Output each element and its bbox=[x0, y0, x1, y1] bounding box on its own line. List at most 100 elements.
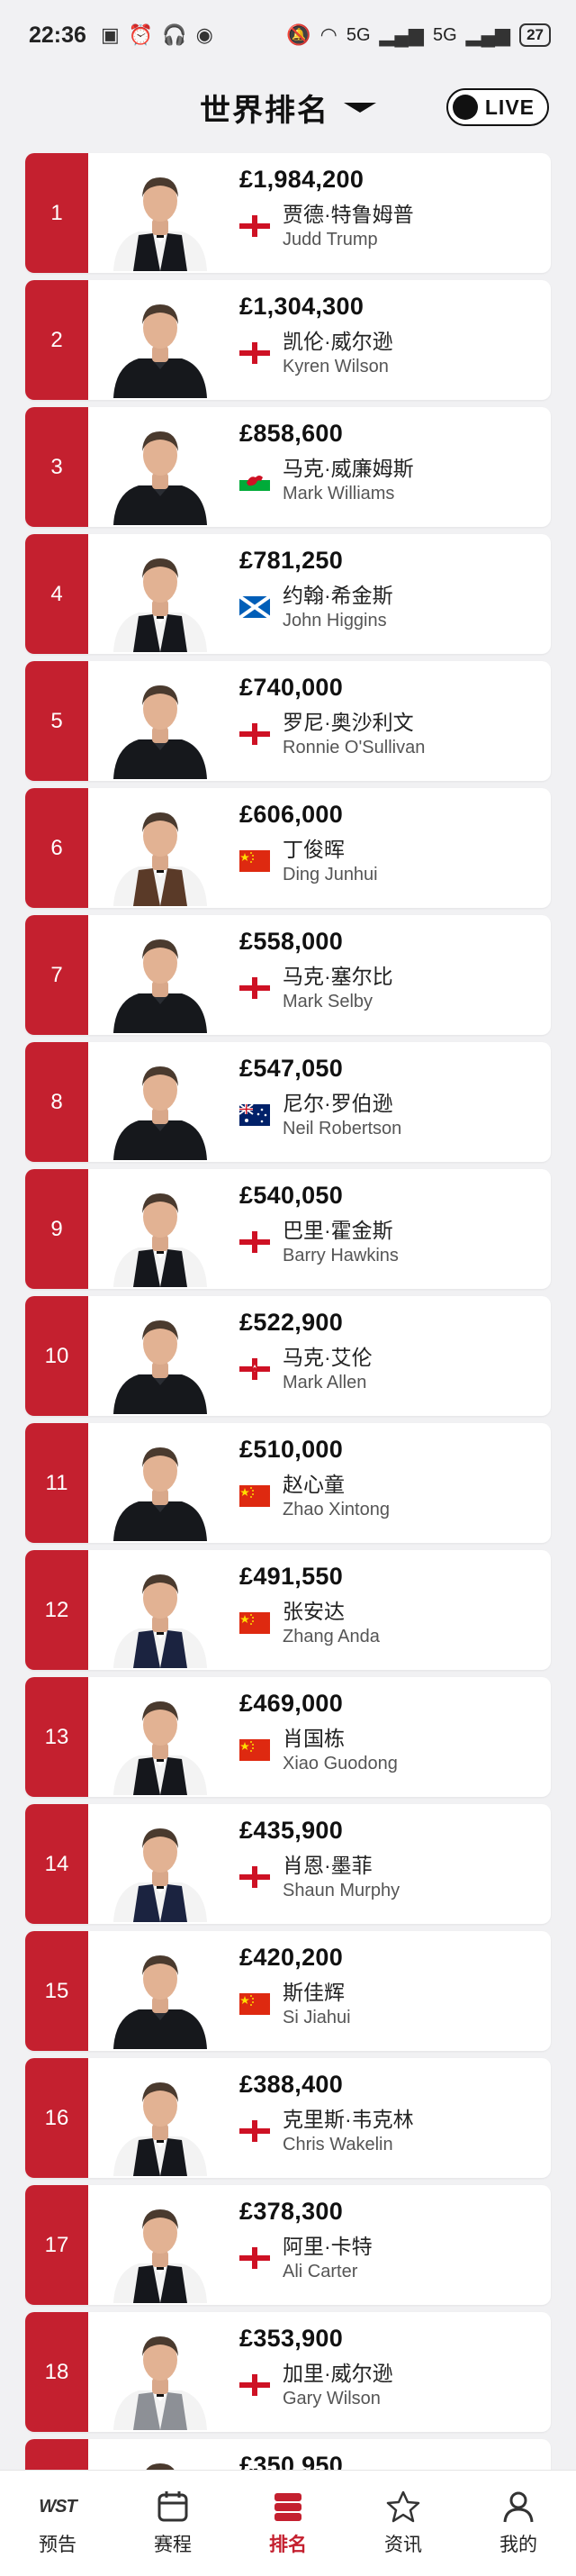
tab-ranking[interactable]: 排名 bbox=[238, 2487, 338, 2557]
rank-number: 3 bbox=[25, 407, 88, 527]
player-info: £740,000 罗尼·奥沙利文 Ronnie O'Sullivan bbox=[232, 661, 425, 781]
ranking-row[interactable]: 12 £491,550 张安达 Zhang Anda bbox=[25, 1550, 551, 1670]
player-name-en: Mark Selby bbox=[283, 992, 374, 1011]
ranking-row[interactable]: 2 £1,304,300 凯伦·威尔逊 Kyren Wilson bbox=[25, 280, 551, 400]
battery-indicator: 27 bbox=[519, 23, 551, 47]
ranking-row[interactable]: 8 £547,050 尼尔·罗伯逊 Neil Robertson bbox=[25, 1042, 551, 1162]
name-row: 赵心童 Zhao Xintong bbox=[239, 1471, 390, 1521]
ranking-row[interactable]: 16 £388,400 克里斯·韦克林 Chris Wakelin bbox=[25, 2058, 551, 2178]
ranking-list: 1 £1,984,200 贾德·特鲁姆普 Judd Trump 2 £1,304… bbox=[0, 144, 576, 2559]
china-flag-icon bbox=[239, 1612, 270, 1634]
rank-number: 9 bbox=[25, 1169, 88, 1289]
player-name-cn: 贾德·特鲁姆普 bbox=[283, 203, 414, 226]
player-names: 尼尔·罗伯逊 Neil Robertson bbox=[283, 1090, 401, 1140]
player-names: 加里·威尔逊 Gary Wilson bbox=[283, 2360, 393, 2410]
player-info: £558,000 马克·塞尔比 Mark Selby bbox=[232, 915, 393, 1035]
5g-signal-icon: 5G bbox=[432, 24, 457, 45]
tab-profile[interactable]: 我的 bbox=[469, 2487, 568, 2557]
tab-star[interactable]: 资讯 bbox=[354, 2487, 453, 2557]
live-button[interactable]: LIVE bbox=[446, 88, 549, 126]
player-names: 克里斯·韦克林 Chris Wakelin bbox=[283, 2106, 414, 2156]
player-photo bbox=[88, 534, 232, 654]
player-name-en: Chris Wakelin bbox=[283, 2135, 393, 2154]
ranking-row[interactable]: 9 £540,050 巴里·霍金斯 Barry Hawkins bbox=[25, 1169, 551, 1289]
5g-signal-icon: 5G bbox=[346, 24, 371, 45]
player-name-en: John Higgins bbox=[283, 611, 387, 630]
rank-number: 16 bbox=[25, 2058, 88, 2178]
prize-money: £1,984,200 bbox=[239, 166, 364, 193]
ranking-row[interactable]: 5 £740,000 罗尼·奥沙利文 Ronnie O'Sullivan bbox=[25, 661, 551, 781]
name-row: 马克·威廉姆斯 Mark Williams bbox=[239, 455, 414, 505]
ranking-row[interactable]: 10 £522,900 马克·艾伦 Mark Allen bbox=[25, 1296, 551, 1416]
player-photo bbox=[88, 280, 232, 400]
ranking-row[interactable]: 6 £606,000 丁俊晖 Ding Junhui bbox=[25, 788, 551, 908]
name-row: 贾德·特鲁姆普 Judd Trump bbox=[239, 201, 414, 251]
ranking-row[interactable]: 17 £378,300 阿里·卡特 Ali Carter bbox=[25, 2185, 551, 2305]
ranking-row[interactable]: 13 £469,000 肖国栋 Xiao Guodong bbox=[25, 1677, 551, 1797]
england-flag-icon bbox=[239, 977, 270, 999]
wst-logo-icon: WST bbox=[38, 2487, 77, 2526]
player-names: 斯佳辉 Si Jiahui bbox=[283, 1979, 351, 2029]
wifi-icon: ◠ bbox=[320, 23, 338, 46]
tab-label: 排名 bbox=[269, 2535, 307, 2555]
player-name-en: Zhang Anda bbox=[283, 1627, 380, 1646]
ranking-row[interactable]: 7 £558,000 马克·塞尔比 Mark Selby bbox=[25, 915, 551, 1035]
name-row: 加里·威尔逊 Gary Wilson bbox=[239, 2360, 393, 2410]
player-info: £606,000 丁俊晖 Ding Junhui bbox=[232, 788, 378, 908]
ranking-row[interactable]: 15 £420,200 斯佳辉 Si Jiahui bbox=[25, 1931, 551, 2051]
name-row: 马克·塞尔比 Mark Selby bbox=[239, 963, 393, 1013]
player-name-cn: 克里斯·韦克林 bbox=[283, 2108, 414, 2131]
tab-label: 赛程 bbox=[154, 2535, 192, 2555]
signal-bars-icon: ▂▄▆ bbox=[465, 23, 511, 46]
chevron-down-icon bbox=[344, 102, 376, 113]
ranking-icon bbox=[268, 2487, 308, 2526]
player-photo bbox=[88, 2312, 232, 2432]
rank-number: 5 bbox=[25, 661, 88, 781]
player-names: 丁俊晖 Ding Junhui bbox=[283, 836, 378, 886]
player-name-cn: 张安达 bbox=[283, 1600, 345, 1623]
player-photo bbox=[88, 2185, 232, 2305]
prize-money: £558,000 bbox=[239, 928, 344, 955]
england-flag-icon bbox=[239, 2247, 270, 2269]
player-names: 马克·艾伦 Mark Allen bbox=[283, 1344, 373, 1394]
ranking-row[interactable]: 1 £1,984,200 贾德·特鲁姆普 Judd Trump bbox=[25, 153, 551, 273]
ranking-row[interactable]: 18 £353,900 加里·威尔逊 Gary Wilson bbox=[25, 2312, 551, 2432]
ranking-selector[interactable]: 世界排名 bbox=[200, 86, 376, 130]
status-right: 🔕 ◠ 5G ▂▄▆ 5G ▂▄▆ 27 bbox=[286, 23, 551, 47]
england-flag-icon bbox=[239, 215, 270, 237]
player-name-en: Ronnie O'Sullivan bbox=[283, 738, 426, 757]
mute-icon: 🔕 bbox=[286, 23, 311, 46]
prize-money: £858,600 bbox=[239, 420, 344, 447]
prize-money: £510,000 bbox=[239, 1436, 344, 1463]
china-flag-icon bbox=[239, 850, 270, 872]
ranking-row[interactable]: 14 £435,900 肖恩·墨菲 Shaun Murphy bbox=[25, 1804, 551, 1924]
tab-calendar[interactable]: 赛程 bbox=[123, 2487, 222, 2557]
player-photo bbox=[88, 407, 232, 527]
player-info: £781,250 约翰·希金斯 John Higgins bbox=[232, 534, 393, 654]
wales-flag-icon bbox=[239, 469, 270, 491]
player-name-en: Ding Junhui bbox=[283, 865, 378, 884]
player-names: 巴里·霍金斯 Barry Hawkins bbox=[283, 1217, 399, 1267]
ranking-row[interactable]: 4 £781,250 约翰·希金斯 John Higgins bbox=[25, 534, 551, 654]
rank-number: 17 bbox=[25, 2185, 88, 2305]
player-name-cn: 斯佳辉 bbox=[283, 1981, 345, 2004]
name-row: 克里斯·韦克林 Chris Wakelin bbox=[239, 2106, 414, 2156]
player-names: 凯伦·威尔逊 Kyren Wilson bbox=[283, 328, 393, 378]
rank-number: 14 bbox=[25, 1804, 88, 1924]
player-photo bbox=[88, 915, 232, 1035]
player-name-en: Neil Robertson bbox=[283, 1119, 402, 1138]
tab-label: 我的 bbox=[500, 2535, 537, 2555]
name-row: 凯伦·威尔逊 Kyren Wilson bbox=[239, 328, 393, 378]
signal-bars-icon: ▂▄▆ bbox=[379, 23, 424, 46]
rank-number: 7 bbox=[25, 915, 88, 1035]
tab-wst-logo[interactable]: WST 预告 bbox=[8, 2487, 107, 2557]
ranking-row[interactable]: 11 £510,000 赵心童 Zhao Xintong bbox=[25, 1423, 551, 1543]
rank-number: 2 bbox=[25, 280, 88, 400]
scotland-flag-icon bbox=[238, 594, 272, 620]
player-name-en: Zhao Xintong bbox=[283, 1500, 390, 1519]
player-info: £547,050 尼尔·罗伯逊 Neil Robertson bbox=[232, 1042, 401, 1162]
ranking-row[interactable]: 3 £858,600 马克·威廉姆斯 Mark Williams bbox=[25, 407, 551, 527]
rank-number: 1 bbox=[25, 153, 88, 273]
name-row: 罗尼·奥沙利文 Ronnie O'Sullivan bbox=[239, 709, 425, 759]
player-names: 张安达 Zhang Anda bbox=[283, 1598, 380, 1648]
